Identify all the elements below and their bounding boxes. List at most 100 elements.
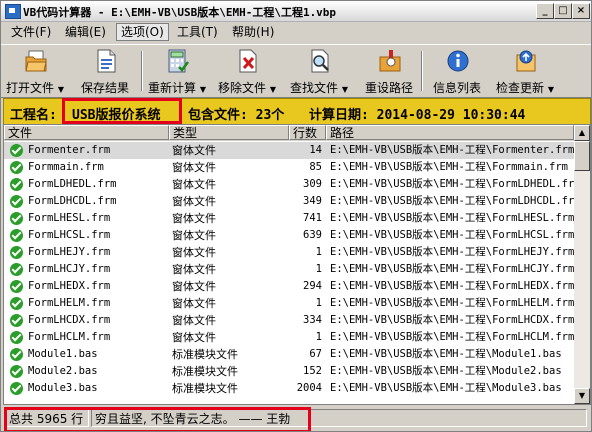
table-row[interactable]: FormLHESL.frm 窗体文件 741 E:\EMH-VB\USB版本\EMH-… xyxy=(4,210,574,227)
check-update-label: 检查更新 ▼ xyxy=(496,81,554,95)
cell-type: 窗体文件 xyxy=(172,161,216,174)
file-list[interactable]: 文件 类型 行数 路径 Formenter.frm 窗体文件 14 E:\EMH-VB… xyxy=(3,124,591,405)
minimize-button[interactable]: _ xyxy=(536,3,554,19)
close-button[interactable]: × xyxy=(572,3,590,19)
cell-file: FormLDHEDL.frm xyxy=(28,178,117,190)
cell-path: E:\EMH-VB\USB版本\EMH-工程\FormLHCDX.frm xyxy=(330,314,574,326)
check-icon xyxy=(10,382,23,395)
open-file-button[interactable]: 打开文件 ▼ xyxy=(3,47,67,95)
cell-file: FormLHCJY.frm xyxy=(28,263,111,275)
cell-lines: 741 xyxy=(303,212,322,224)
table-row[interactable]: FormLHCJY.frm 窗体文件 1 E:\EMH-VB\USB版本\EMH-工程… xyxy=(4,261,574,278)
cell-path: E:\EMH-VB\USB版本\EMH-工程\Module1.bas xyxy=(330,348,562,360)
scroll-thumb[interactable] xyxy=(574,141,590,171)
list-rows: Formenter.frm 窗体文件 14 E:\EMH-VB\USB版本\EMH-工… xyxy=(4,142,574,397)
save-document-icon xyxy=(97,49,116,73)
project-name-highlight xyxy=(62,98,182,124)
table-row[interactable]: Module1.bas 标准模块文件 67 E:\EMH-VB\USB版本\EMH-工… xyxy=(4,346,574,363)
table-row[interactable]: FormLHCDX.frm 窗体文件 334 E:\EMH-VB\USB版本\EMH-… xyxy=(4,312,574,329)
vertical-scrollbar[interactable]: ▲ ▼ xyxy=(574,125,590,404)
cell-file: Formenter.frm xyxy=(28,144,111,156)
check-icon xyxy=(10,348,23,361)
table-row[interactable]: Formmain.frm 窗体文件 85 E:\EMH-VB\USB版本\EMH-工程… xyxy=(4,159,574,176)
cell-file: FormLHESL.frm xyxy=(28,212,111,224)
check-icon xyxy=(10,161,23,174)
find-file-icon xyxy=(311,49,329,73)
info-list-icon xyxy=(447,50,469,72)
cell-path: E:\EMH-VB\USB版本\EMH-工程\FormLHCJY.frm xyxy=(330,263,574,275)
menu-help[interactable]: 帮助(H) xyxy=(228,24,278,40)
cell-lines: 14 xyxy=(309,144,322,156)
column-lines[interactable]: 行数 xyxy=(289,125,326,140)
reset-path-button[interactable]: 重设路径 xyxy=(357,47,421,95)
save-result-button[interactable]: 保存结果 xyxy=(73,47,137,95)
table-row[interactable]: FormLDHEDL.frm 窗体文件 309 E:\EMH-VB\USB版本\EMH… xyxy=(4,176,574,193)
open-file-label: 打开文件 ▼ xyxy=(6,81,64,95)
table-row[interactable]: Formenter.frm 窗体文件 14 E:\EMH-VB\USB版本\EMH-工… xyxy=(4,142,574,159)
cell-lines: 1 xyxy=(315,246,322,258)
cell-lines: 1 xyxy=(315,297,322,309)
cell-type: 窗体文件 xyxy=(172,212,216,225)
table-row[interactable]: FormLHCSL.frm 窗体文件 639 E:\EMH-VB\USB版本\EMH-… xyxy=(4,227,574,244)
cell-file: FormLHCDX.frm xyxy=(28,314,111,326)
table-row[interactable]: FormLDHCDL.frm 窗体文件 349 E:\EMH-VB\USB版本\EMH… xyxy=(4,193,574,210)
cell-file: FormLHCSL.frm xyxy=(28,229,111,241)
calc-date: 计算日期: 2014-08-29 10:30:44 xyxy=(309,108,526,123)
cell-file: FormLHEJY.frm xyxy=(28,246,111,258)
column-path[interactable]: 路径 xyxy=(326,125,574,140)
recalculate-icon xyxy=(168,49,189,73)
check-icon xyxy=(10,229,23,242)
cell-path: E:\EMH-VB\USB版本\EMH-工程\FormLHEJY.frm xyxy=(330,246,574,258)
cell-path: E:\EMH-VB\USB版本\EMH-工程\FormLDHEDL.frm xyxy=(330,178,574,190)
cell-file: FormLHELM.frm xyxy=(28,297,111,309)
check-icon xyxy=(10,178,23,191)
remove-file-label: 移除文件 ▼ xyxy=(218,81,276,95)
app-icon[interactable] xyxy=(5,4,21,19)
cell-file: Module2.bas xyxy=(28,365,98,377)
cell-lines: 639 xyxy=(303,229,322,241)
cell-type: 窗体文件 xyxy=(172,246,216,259)
menu-bar: 文件(F) 编辑(E) 选项(O) 工具(T) 帮助(H) xyxy=(1,22,591,42)
file-count: 包含文件: 23个 xyxy=(188,108,285,123)
cell-lines: 334 xyxy=(303,314,322,326)
cell-type: 窗体文件 xyxy=(172,195,216,208)
menu-file[interactable]: 文件(F) xyxy=(7,24,55,40)
column-type[interactable]: 类型 xyxy=(169,125,289,140)
status-highlight xyxy=(4,407,311,431)
scroll-up-icon[interactable]: ▲ xyxy=(574,125,590,141)
cell-file: FormLDHCDL.frm xyxy=(28,195,117,207)
table-row[interactable]: Module2.bas 标准模块文件 152 E:\EMH-VB\USB版本\EMH-… xyxy=(4,363,574,380)
recalculate-button[interactable]: 重新计算 ▼ xyxy=(145,47,209,95)
check-icon xyxy=(10,365,23,378)
cell-type: 标准模块文件 xyxy=(172,348,238,361)
menu-edit[interactable]: 编辑(E) xyxy=(61,24,110,40)
scroll-down-icon[interactable]: ▼ xyxy=(574,388,590,404)
check-icon xyxy=(10,246,23,259)
save-result-label: 保存结果 xyxy=(80,81,129,95)
check-update-icon xyxy=(516,50,536,72)
cell-path: E:\EMH-VB\USB版本\EMH-工程\FormLHCLM.frm xyxy=(330,331,574,343)
cell-file: Module3.bas xyxy=(28,382,98,394)
table-row[interactable]: FormLHCLM.frm 窗体文件 1 E:\EMH-VB\USB版本\EMH-工程… xyxy=(4,329,574,346)
remove-file-button[interactable]: 移除文件 ▼ xyxy=(215,47,279,95)
maximize-button[interactable]: □ xyxy=(554,3,572,19)
cell-file: FormLHCLM.frm xyxy=(28,331,111,343)
cell-file: FormLHEDX.frm xyxy=(28,280,111,292)
check-update-button[interactable]: 检查更新 ▼ xyxy=(493,47,557,95)
table-row[interactable]: FormLHEJY.frm 窗体文件 1 E:\EMH-VB\USB版本\EMH-工程… xyxy=(4,244,574,261)
find-file-button[interactable]: 查找文件 ▼ xyxy=(287,47,351,95)
title-bar[interactable]: VB代码计算器 - E:\EMH-VB\USB版本\EMH-工程\工程1.vbp… xyxy=(1,1,591,22)
cell-path: E:\EMH-VB\USB版本\EMH-工程\FormLHEDX.frm xyxy=(330,280,574,292)
check-icon xyxy=(10,212,23,225)
menu-tools[interactable]: 工具(T) xyxy=(173,24,222,40)
table-row[interactable]: Module3.bas 标准模块文件 2004 E:\EMH-VB\USB版本\EMH… xyxy=(4,380,574,397)
table-row[interactable]: FormLHELM.frm 窗体文件 1 E:\EMH-VB\USB版本\EMH-工程… xyxy=(4,295,574,312)
folder-open-icon xyxy=(25,50,47,72)
cell-lines: 67 xyxy=(309,348,322,360)
table-row[interactable]: FormLHEDX.frm 窗体文件 294 E:\EMH-VB\USB版本\EMH-… xyxy=(4,278,574,295)
info-list-button[interactable]: 信息列表 xyxy=(425,47,489,95)
toolbar: 打开文件 ▼ 保存结果 重新计算 ▼ 移除文件 ▼ 查找文件 ▼ 重设路径 信息… xyxy=(1,44,591,98)
menu-options[interactable]: 选项(O) xyxy=(116,23,169,41)
cell-lines: 294 xyxy=(303,280,322,292)
column-file[interactable]: 文件 xyxy=(4,125,169,140)
